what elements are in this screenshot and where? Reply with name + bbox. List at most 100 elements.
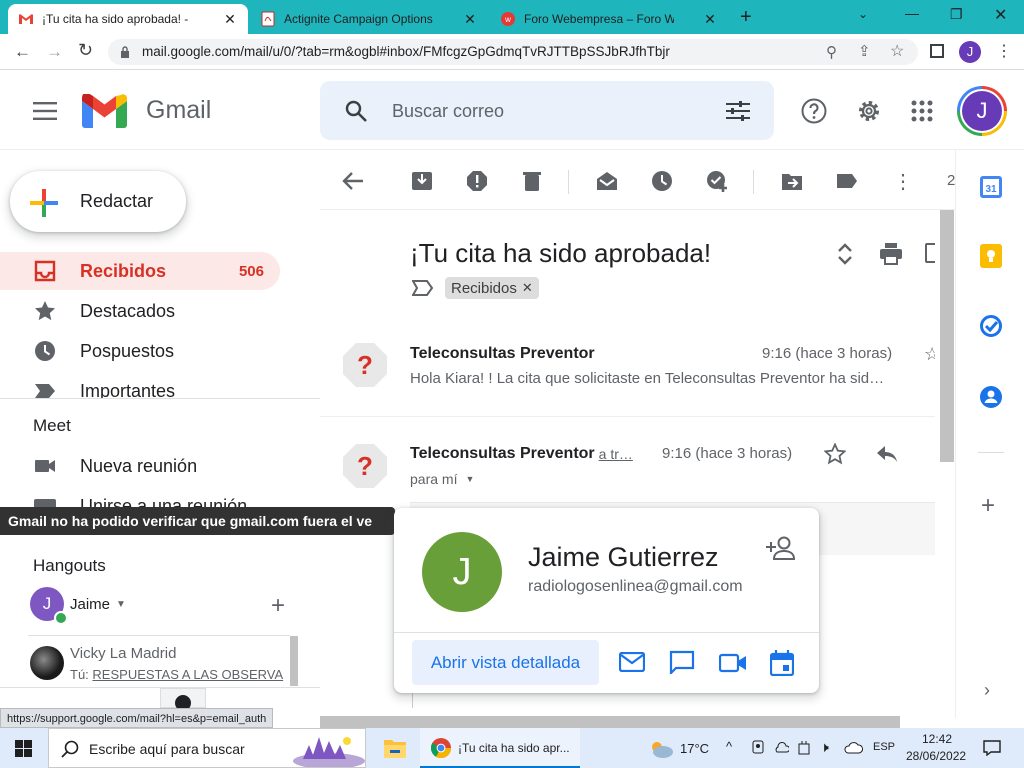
onedrive-cloud-icon[interactable] bbox=[773, 741, 789, 753]
expand-all-icon[interactable] bbox=[837, 242, 853, 266]
new-tab-icon[interactable]: + bbox=[740, 6, 752, 29]
back-to-inbox-icon[interactable] bbox=[342, 170, 364, 192]
reply-icon[interactable] bbox=[876, 445, 898, 463]
meet-join-meeting[interactable]: Unirse a una reunión bbox=[0, 490, 280, 507]
video-call-icon[interactable] bbox=[719, 653, 747, 673]
star-outline-icon[interactable] bbox=[824, 443, 846, 465]
sidebar-item-snoozed[interactable]: Pospuestos bbox=[0, 332, 280, 370]
more-options-icon[interactable]: ⋮ bbox=[893, 169, 913, 194]
get-addons-icon[interactable]: + bbox=[981, 492, 995, 520]
compose-button[interactable]: Redactar bbox=[10, 171, 186, 232]
share-icon[interactable]: ⇪ bbox=[858, 42, 871, 60]
zoom-icon[interactable]: ⚲ bbox=[826, 43, 837, 61]
close-window-icon[interactable]: ✕ bbox=[994, 5, 1007, 25]
google-calendar-icon[interactable]: 31 bbox=[980, 176, 1002, 198]
clock-date[interactable]: 28/06/2022 bbox=[906, 749, 966, 763]
forward-icon[interactable]: → bbox=[46, 42, 63, 62]
add-contact-icon[interactable] bbox=[766, 536, 796, 560]
clock-time[interactable]: 12:42 bbox=[922, 732, 952, 746]
star-outline-icon[interactable]: ☆ bbox=[924, 344, 935, 364]
tab-close-icon[interactable]: ✕ bbox=[462, 11, 478, 28]
show-side-panel-icon[interactable]: › bbox=[984, 680, 990, 701]
tab-close-icon[interactable]: ✕ bbox=[222, 11, 238, 28]
tray-chevron-up-icon[interactable]: ^ bbox=[726, 739, 732, 754]
notifications-icon[interactable] bbox=[983, 740, 1001, 756]
chat-scrollbar[interactable] bbox=[290, 636, 298, 686]
apps-grid-icon[interactable] bbox=[911, 100, 933, 122]
tab-close-icon[interactable]: ✕ bbox=[702, 11, 718, 28]
google-contacts-icon[interactable] bbox=[980, 386, 1002, 408]
message-collapsed[interactable]: ? Teleconsultas Preventor 9:16 (hace 3 h… bbox=[320, 322, 935, 416]
chat-last-message[interactable]: Tú: RESPUESTAS A LAS OBSERVA bbox=[70, 667, 290, 682]
print-icon[interactable] bbox=[879, 243, 903, 265]
windows-start-icon[interactable] bbox=[15, 740, 32, 757]
meet-now-icon[interactable] bbox=[751, 740, 765, 756]
horizontal-scrollbar[interactable] bbox=[320, 716, 900, 728]
delete-icon[interactable] bbox=[521, 170, 543, 192]
label-icon[interactable] bbox=[836, 170, 858, 192]
google-tasks-icon[interactable] bbox=[980, 315, 1002, 337]
mark-unread-icon[interactable] bbox=[596, 170, 618, 192]
toolbar-divider bbox=[568, 170, 569, 194]
gmail-logo-icon[interactable] bbox=[82, 94, 127, 128]
bookmark-star-icon[interactable]: ☆ bbox=[890, 41, 904, 61]
minimize-icon[interactable]: — bbox=[905, 5, 919, 21]
chat-icon[interactable] bbox=[669, 650, 695, 674]
reload-icon[interactable]: ↻ bbox=[78, 40, 93, 61]
main-menu-icon[interactable] bbox=[33, 102, 57, 120]
email-icon[interactable] bbox=[619, 652, 645, 672]
browser-menu-icon[interactable]: ⋮ bbox=[996, 41, 1012, 61]
sender-name[interactable]: Teleconsultas Preventor bbox=[410, 445, 595, 463]
side-panel-icon[interactable] bbox=[930, 44, 944, 58]
sidebar-item-important[interactable]: Importantes bbox=[0, 372, 280, 398]
sidebar-item-inbox[interactable]: Recibidos 506 bbox=[0, 252, 280, 290]
report-spam-icon[interactable] bbox=[466, 170, 488, 192]
account-avatar-ring[interactable]: J bbox=[957, 86, 1007, 136]
back-icon[interactable]: ← bbox=[14, 42, 31, 62]
taskbar-search[interactable]: Escribe aquí para buscar bbox=[48, 728, 366, 768]
account-avatar[interactable]: J bbox=[962, 91, 1002, 131]
volume-muted-icon[interactable]: 🕨 bbox=[820, 739, 829, 756]
settings-gear-icon[interactable] bbox=[856, 98, 882, 124]
hangouts-tab[interactable] bbox=[160, 688, 206, 711]
url-field[interactable]: mail.google.com/mail/u/0/?tab=rm&ogbl#in… bbox=[108, 39, 918, 65]
help-icon[interactable] bbox=[801, 98, 827, 124]
details-chevron-icon[interactable]: ▼ bbox=[465, 474, 474, 484]
hangouts-user[interactable]: J Jaime ▼ bbox=[30, 587, 126, 625]
browser-tab[interactable]: Actignite Campaign Options < TE ✕ bbox=[250, 4, 488, 34]
search-options-icon[interactable] bbox=[726, 101, 750, 121]
calendar-icon[interactable] bbox=[770, 650, 794, 676]
remove-label-icon[interactable]: ✕ bbox=[522, 280, 533, 296]
meet-new-meeting[interactable]: Nueva reunión bbox=[0, 447, 280, 485]
weather-cloud-icon[interactable] bbox=[648, 739, 674, 759]
language-indicator[interactable]: ESP bbox=[873, 741, 895, 753]
snooze-icon[interactable] bbox=[651, 170, 673, 192]
label-chip[interactable]: Recibidos ✕ bbox=[445, 277, 539, 299]
chat-contact-name[interactable]: Vicky La Madrid bbox=[70, 645, 176, 662]
browser-profile-avatar[interactable]: J bbox=[959, 41, 981, 63]
search-bar[interactable]: Buscar correo bbox=[320, 81, 774, 140]
contact-email[interactable]: radiologosenlinea@gmail.com bbox=[528, 578, 743, 596]
browser-tab[interactable]: w Foro Webempresa – Foro WordP ✕ bbox=[490, 4, 728, 34]
open-new-window-icon[interactable] bbox=[925, 243, 935, 263]
chevron-down-icon[interactable]: ▼ bbox=[116, 599, 126, 610]
recipient-line[interactable]: para mí ▼ bbox=[410, 471, 474, 487]
move-to-icon[interactable] bbox=[781, 170, 803, 192]
tab-search-icon[interactable]: ⌄ bbox=[858, 7, 868, 21]
importance-marker-icon[interactable] bbox=[412, 280, 434, 296]
archive-icon[interactable] bbox=[411, 170, 433, 192]
google-keep-icon[interactable] bbox=[980, 244, 1002, 268]
taskbar-chrome-app[interactable]: ¡Tu cita ha sido apr... bbox=[420, 728, 580, 768]
search-icon[interactable] bbox=[344, 99, 368, 123]
via-link[interactable]: a tr… bbox=[599, 446, 633, 462]
main-scrollbar[interactable] bbox=[940, 210, 954, 462]
add-chat-icon[interactable]: + bbox=[271, 592, 285, 620]
file-explorer-icon[interactable] bbox=[384, 738, 406, 758]
sidebar-item-starred[interactable]: Destacados bbox=[0, 292, 280, 330]
browser-tab-active[interactable]: ¡Tu cita ha sido aprobada! - radio ✕ bbox=[8, 4, 248, 34]
restore-icon[interactable]: ❐ bbox=[950, 6, 963, 23]
network-icon[interactable] bbox=[843, 740, 863, 754]
add-to-tasks-icon[interactable] bbox=[706, 170, 728, 192]
power-icon[interactable] bbox=[797, 740, 811, 756]
open-detailed-view-button[interactable]: Abrir vista detallada bbox=[412, 640, 599, 685]
